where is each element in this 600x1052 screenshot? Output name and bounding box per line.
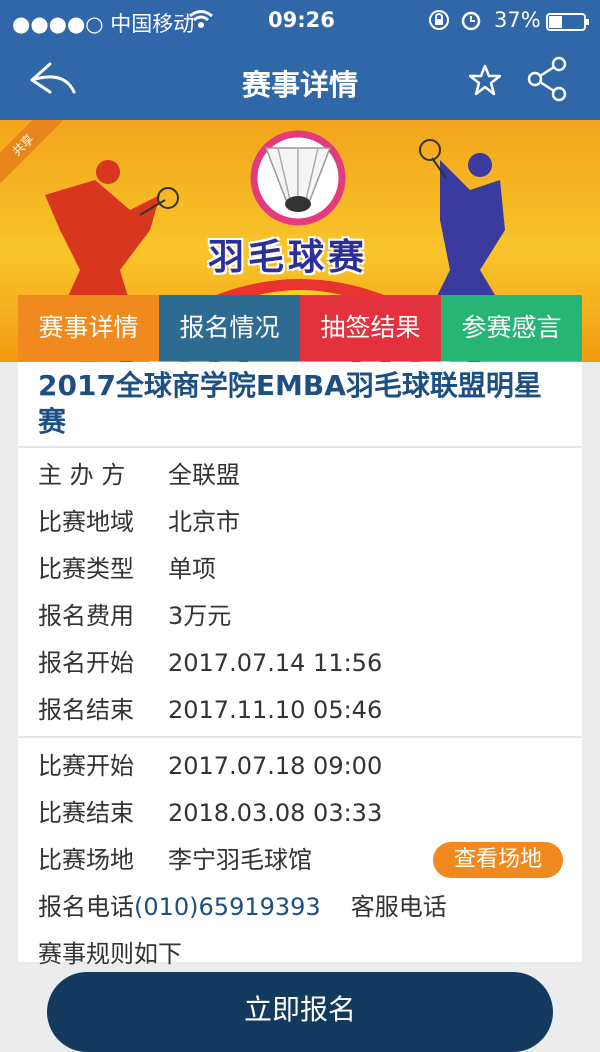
info-label: 比赛场地 <box>38 846 134 874</box>
event-info-card: 2017全球商学院EMBA羽毛球联盟明星赛 主 办 方 全联盟 比赛地域 北京市 比… <box>18 362 582 968</box>
info-label: 报名结束 <box>38 696 134 724</box>
rules-heading: 赛事规则如下 <box>38 940 182 968</box>
info-value: 2017.07.14 11:56 <box>168 649 383 677</box>
status-bar: ●●●●○ 中国移动 09:26 37% <box>0 0 600 40</box>
star-icon[interactable] <box>468 64 502 100</box>
share-icon[interactable] <box>526 56 568 106</box>
info-type: 比赛类型 单项 <box>38 552 216 586</box>
divider <box>18 446 582 448</box>
tab-registration-status[interactable]: 报名情况 <box>159 295 300 361</box>
battery-icon <box>546 12 590 36</box>
info-label: 比赛类型 <box>38 555 134 583</box>
info-registration-end: 报名结束 2017.11.10 05:46 <box>38 693 382 727</box>
info-value: 2017.11.10 05:46 <box>168 696 383 724</box>
service-phone-link[interactable]: 客服电话 <box>351 893 447 921</box>
view-venue-button[interactable]: 查看场地 <box>433 842 563 878</box>
page-title: 赛事详情 <box>241 68 358 102</box>
nav-bar: 赛事详情 <box>0 40 600 120</box>
info-value: 李宁羽毛球馆 <box>168 846 312 874</box>
carrier-label: ●●●●○ 中国移动 <box>12 12 195 36</box>
info-label: 报名电话 <box>38 893 134 921</box>
info-label: 报名费用 <box>38 602 134 630</box>
info-value: 3万元 <box>168 602 232 630</box>
info-value: 2017.07.18 09:00 <box>168 752 383 780</box>
info-match-start: 比赛开始 2017.07.18 09:00 <box>38 749 382 783</box>
divider <box>18 736 582 738</box>
info-label: 比赛地域 <box>38 508 134 536</box>
tab-participant-comments[interactable]: 参赛感言 <box>441 295 582 361</box>
lock-icon <box>428 9 450 36</box>
info-fee: 报名费用 3万元 <box>38 599 231 633</box>
battery-percent: 37% <box>494 8 541 32</box>
info-organizer: 主 办 方 全联盟 <box>38 458 240 492</box>
event-title: 2017全球商学院EMBA羽毛球联盟明星赛 <box>38 369 542 438</box>
info-match-end: 比赛结束 2018.03.08 03:33 <box>38 796 382 830</box>
info-value: 2018.03.08 03:33 <box>168 799 383 827</box>
info-label: 主 办 方 <box>38 461 126 489</box>
clock: 09:26 <box>268 8 335 32</box>
info-region: 比赛地域 北京市 <box>38 505 240 539</box>
alarm-icon <box>460 9 482 36</box>
info-value: 全联盟 <box>168 461 240 489</box>
info-registration-start: 报名开始 2017.07.14 11:56 <box>38 646 382 680</box>
banner-title: 羽毛球赛 <box>208 237 369 278</box>
info-phone: 报名电话(010)65919393 客服电话 <box>38 890 447 924</box>
info-label: 比赛开始 <box>38 752 134 780</box>
info-label: 比赛结束 <box>38 799 134 827</box>
info-venue: 比赛场地 李宁羽毛球馆 <box>38 843 312 877</box>
info-value: 单项 <box>168 555 216 583</box>
shuttlecock-icon <box>248 130 348 230</box>
tab-event-details[interactable]: 赛事详情 <box>18 295 159 375</box>
tab-bar: 赛事详情 报名情况 抽签结果 参赛感言 <box>18 295 582 375</box>
tab-draw-results[interactable]: 抽签结果 <box>300 295 441 361</box>
info-value: 北京市 <box>168 508 240 536</box>
phone-link[interactable]: (010)65919393 <box>134 893 321 921</box>
info-label: 报名开始 <box>38 649 134 677</box>
register-now-button[interactable]: 立即报名 <box>47 972 553 1052</box>
wifi-icon <box>188 6 214 37</box>
